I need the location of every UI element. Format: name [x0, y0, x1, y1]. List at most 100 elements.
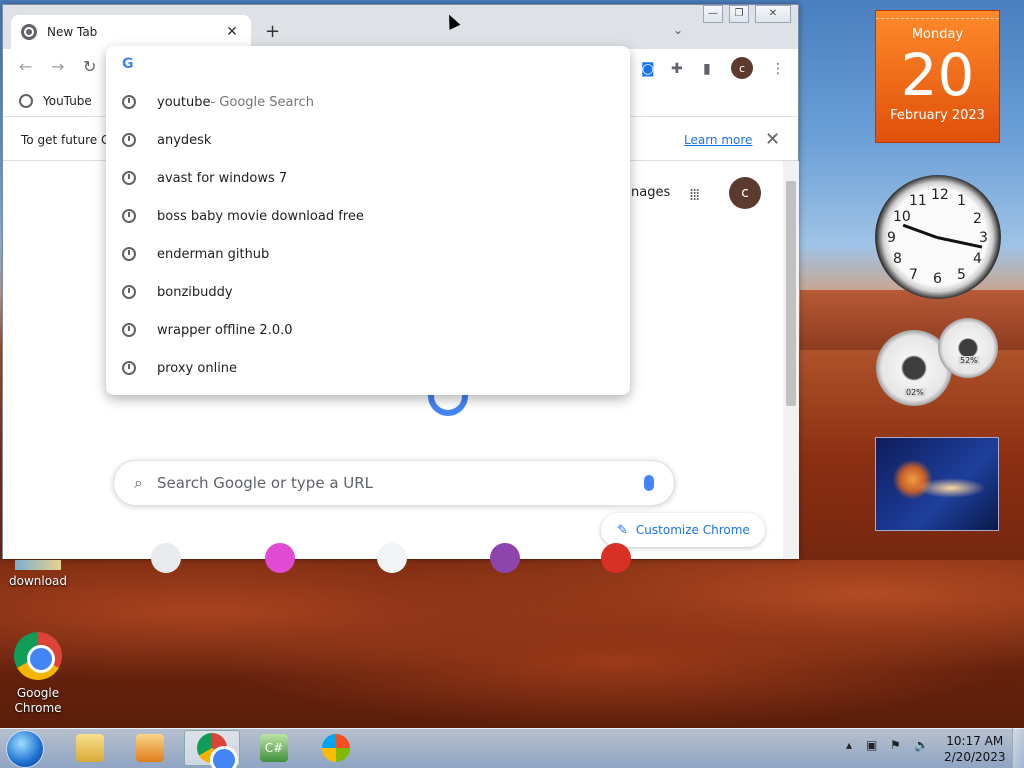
minute-hand — [936, 236, 983, 249]
clock-number: 1 — [957, 193, 966, 209]
desktop-wallpaper — [0, 560, 1024, 730]
suggestion-text: bonzibuddy — [157, 284, 233, 300]
bookmark-label: YouTube — [43, 94, 92, 108]
taskbar-time: 10:17 AM — [946, 734, 1004, 748]
omnibox-suggestion[interactable]: wrapper offline 2.0.0 — [106, 311, 630, 349]
suggestion-text: boss baby movie download free — [157, 208, 364, 224]
media-player-icon — [136, 734, 164, 762]
taskbar-clock[interactable]: 10:17 AM 2/20/2023 — [944, 733, 1006, 765]
tray-expand-icon[interactable]: ▴ — [846, 738, 852, 752]
microphone-icon[interactable] — [644, 475, 654, 491]
side-panel-icon[interactable]: ▮ — [703, 61, 711, 77]
desktop-icon-label: Google Chrome — [14, 686, 62, 715]
omnibox-suggestion[interactable]: enderman github — [106, 235, 630, 273]
suggestion-text: avast for windows 7 — [157, 170, 288, 186]
calendar-gadget[interactable]: Monday 20 February 2023 — [875, 10, 1000, 143]
csharp-icon: C# — [260, 734, 288, 762]
suggestion-text: youtube — [157, 94, 211, 110]
search-placeholder: Search Google or type a URL — [156, 474, 374, 492]
cpu-meter-value: 02% — [904, 388, 926, 397]
clock-number: 3 — [979, 230, 988, 246]
clock-number: 10 — [893, 209, 911, 225]
taskbar-chrome[interactable] — [184, 730, 240, 768]
customize-label: Customize Chrome — [635, 523, 750, 537]
clock-number: 2 — [973, 211, 982, 227]
search-icon: ⌕ — [134, 473, 143, 492]
ntp-profile-avatar[interactable]: c — [729, 177, 761, 209]
clock-number: 8 — [893, 251, 902, 267]
bookmark-youtube[interactable]: YouTube — [19, 94, 92, 108]
folder-image-icon — [15, 560, 61, 570]
desktop-icon-download[interactable]: download — [6, 560, 70, 588]
images-link[interactable]: nages — [631, 185, 670, 200]
omnibox-suggestion[interactable]: avast for windows 7 — [106, 159, 630, 197]
omnibox-suggestion[interactable]: boss baby movie download free — [106, 197, 630, 235]
clock-number: 5 — [957, 267, 966, 283]
maximize-button[interactable]: ❐ — [729, 5, 749, 23]
omnibox-suggestion[interactable]: bonzibuddy — [106, 273, 630, 311]
shortcut-tile[interactable] — [601, 543, 631, 573]
suggestion-suffix: - Google Search — [210, 94, 314, 110]
close-window-button[interactable]: ✕ — [755, 5, 791, 23]
taskbar-media-player[interactable] — [122, 730, 178, 766]
show-desktop-button[interactable] — [1012, 728, 1024, 768]
shortcut-tile[interactable] — [265, 543, 295, 573]
slideshow-gadget[interactable] — [875, 437, 999, 531]
shortcut-tile[interactable] — [490, 543, 520, 573]
desktop-icon-label: download — [8, 574, 68, 588]
clock-number: 6 — [933, 271, 942, 287]
reload-icon[interactable]: ↻ — [83, 57, 96, 76]
hour-hand — [902, 223, 938, 239]
tab-close-button[interactable]: ✕ — [223, 24, 241, 40]
minimize-button[interactable]: — — [703, 5, 723, 23]
scrollbar-thumb[interactable] — [786, 181, 796, 406]
taskbar-explorer[interactable] — [62, 730, 118, 766]
tab-strip: New Tab ✕ + ⌄ — ❐ ✕ — [3, 5, 798, 49]
history-clock-icon — [122, 247, 136, 261]
chrome-icon — [14, 632, 62, 680]
new-tab-button[interactable]: + — [265, 21, 280, 42]
history-clock-icon — [122, 133, 136, 147]
menu-icon[interactable]: ⋮ — [771, 61, 785, 77]
info-close-button[interactable]: ✕ — [765, 129, 780, 150]
customize-chrome-button[interactable]: ✎ Customize Chrome — [601, 513, 765, 547]
shortcut-tile[interactable] — [151, 543, 181, 573]
action-center-flag-icon[interactable]: ⚑ — [890, 738, 901, 752]
shortcut-tile[interactable] — [377, 543, 407, 573]
clock-number: 7 — [909, 267, 918, 283]
taskbar-csharp[interactable]: C# — [246, 730, 302, 766]
folder-icon — [76, 734, 104, 762]
omnibox-suggestion[interactable]: youtube - Google Search — [106, 83, 630, 121]
chrome-icon — [197, 733, 238, 768]
clock-gadget[interactable]: 12 1 2 3 4 5 6 7 8 9 10 11 — [875, 175, 1001, 299]
suggestion-text: enderman github — [157, 246, 270, 262]
pencil-icon: ✎ — [617, 522, 628, 538]
volume-icon[interactable]: 🔊 — [914, 738, 929, 752]
profile-avatar[interactable]: c — [731, 57, 753, 79]
desktop-icon-chrome[interactable]: Google Chrome — [6, 632, 70, 716]
tab-new-tab[interactable]: New Tab ✕ — [11, 15, 251, 49]
extensions-icon[interactable]: ✚ — [671, 61, 683, 77]
forward-icon[interactable]: → — [51, 57, 64, 76]
memory-meter-value: 52% — [958, 356, 980, 365]
windows-logo-icon — [322, 734, 350, 762]
taskbar-windows-logo[interactable] — [308, 730, 364, 766]
clock-number: 12 — [931, 187, 949, 203]
cast-icon[interactable]: ◙ — [641, 61, 655, 77]
network-icon[interactable]: ▣ — [866, 738, 877, 752]
omnibox-suggestion[interactable]: anydesk — [106, 121, 630, 159]
omnibox-suggestion[interactable]: proxy online — [106, 349, 630, 387]
apps-grid-icon[interactable]: ⁞⁞⁞ — [689, 185, 700, 204]
history-clock-icon — [122, 209, 136, 223]
tab-search-icon[interactable]: ⌄ — [673, 23, 683, 37]
back-icon[interactable]: ← — [19, 57, 32, 76]
ntp-search-box[interactable]: ⌕ Search Google or type a URL — [113, 460, 675, 506]
clock-number: 11 — [909, 193, 927, 209]
calendar-rings — [876, 11, 999, 19]
start-button[interactable] — [6, 730, 44, 768]
memory-meter-gadget[interactable]: 52% — [938, 318, 998, 378]
history-clock-icon — [122, 95, 136, 109]
taskbar-date: 2/20/2023 — [944, 750, 1006, 764]
history-clock-icon — [122, 323, 136, 337]
learn-more-link[interactable]: Learn more — [684, 133, 752, 147]
